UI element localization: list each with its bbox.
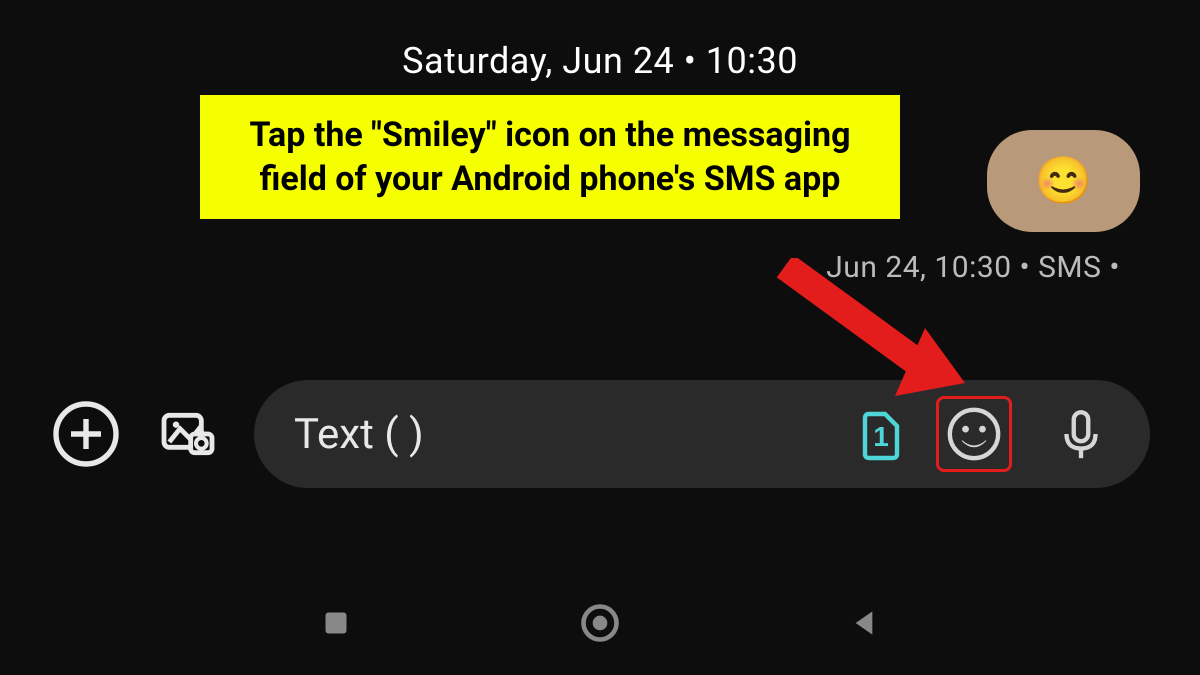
add-button[interactable] — [50, 398, 122, 470]
square-icon — [318, 605, 354, 641]
triangle-back-icon — [844, 603, 884, 643]
microphone-icon — [1052, 405, 1110, 463]
plus-circle-icon — [50, 398, 122, 470]
gallery-icon — [156, 402, 220, 466]
gallery-button[interactable] — [152, 398, 224, 470]
instruction-callout: Tap the "Smiley" icon on the messaging f… — [200, 95, 900, 219]
message-bubble[interactable]: 😊 — [987, 130, 1140, 232]
circle-icon — [578, 600, 622, 646]
smiley-icon — [945, 405, 1003, 463]
nav-home-button[interactable] — [578, 601, 622, 645]
android-nav-bar — [0, 601, 1200, 645]
emoji-button-highlight — [936, 396, 1012, 472]
voice-button[interactable] — [1052, 405, 1110, 463]
pointer-arrow — [770, 258, 970, 402]
smiley-emoji: 😊 — [1035, 154, 1092, 208]
text-input-placeholder: Text ( ) — [294, 410, 826, 459]
sim-selector[interactable]: 1 — [856, 406, 906, 462]
compose-row: Text ( ) 1 — [50, 380, 1150, 488]
instruction-text: Tap the "Smiley" icon on the messaging f… — [230, 113, 870, 201]
sim-icon: 1 — [856, 406, 906, 462]
svg-text:1: 1 — [873, 421, 889, 452]
nav-recent-button[interactable] — [314, 601, 358, 645]
text-input-pill[interactable]: Text ( ) 1 — [254, 380, 1150, 488]
emoji-button[interactable] — [945, 405, 1003, 463]
nav-back-button[interactable] — [842, 601, 886, 645]
conversation-date-header: Saturday, Jun 24 • 10:30 — [50, 40, 1150, 82]
